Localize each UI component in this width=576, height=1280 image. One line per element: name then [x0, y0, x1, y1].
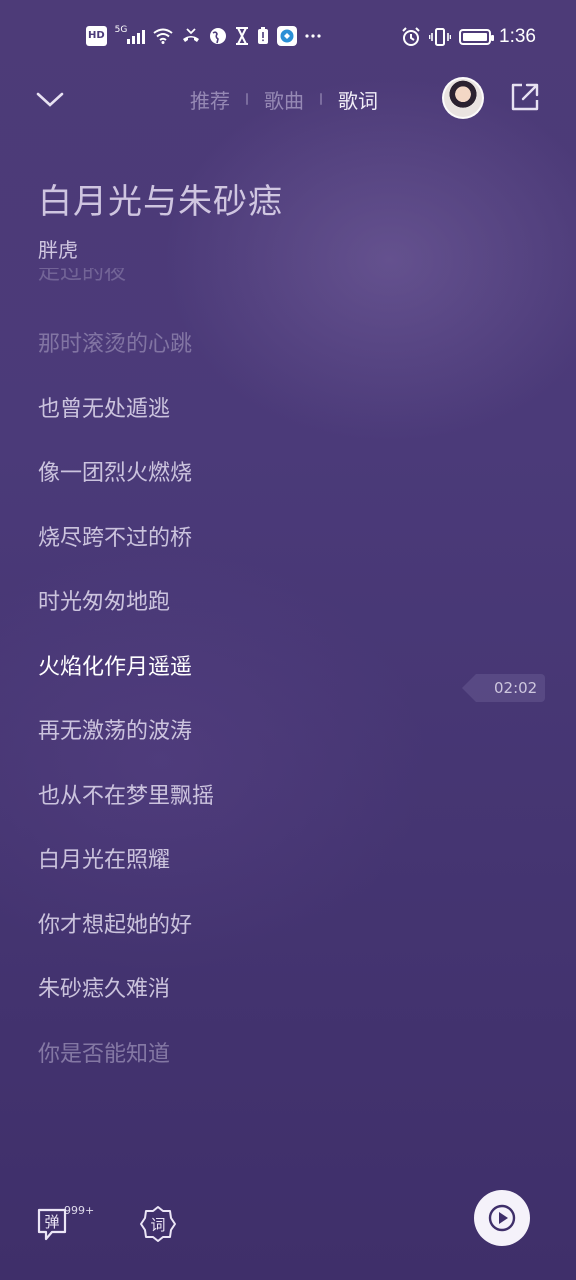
tab-divider — [246, 93, 248, 105]
lyric-line[interactable]: 你才想起她的好 — [38, 907, 192, 939]
lyric-line-partial: 走过的夜 — [38, 268, 127, 282]
battery-icon — [459, 27, 495, 47]
network-type-label: 5G — [114, 25, 128, 35]
battery-alert-icon — [257, 26, 269, 46]
lyric-line[interactable]: 你是否能知道 — [38, 1036, 170, 1068]
cellular-signal-icon: 5G — [114, 25, 146, 46]
app-notification-icon — [277, 26, 298, 46]
lyrics-panel[interactable]: 走过的夜 那时滚烫的心跳 也曾无处遁逃 像一团烈火燃烧 烧尽跨不过的桥 时光匆匆… — [38, 262, 458, 1082]
lyric-line[interactable]: 白月光在照耀 — [38, 842, 170, 874]
collapse-player-button[interactable] — [32, 82, 68, 118]
missed-call-icon — [181, 26, 201, 46]
lyric-line[interactable]: 也曾无处遁逃 — [38, 391, 170, 423]
player-tabs: 推荐 歌曲 歌词 — [190, 84, 378, 114]
status-bar-left: HD 5G — [86, 25, 321, 46]
lyric-line[interactable]: 烧尽跨不过的桥 — [38, 520, 192, 552]
player-header: 推荐 歌曲 歌词 — [0, 72, 576, 128]
artist-avatar[interactable] — [442, 77, 484, 119]
seek-time-indicator[interactable]: 02:02 — [461, 674, 546, 702]
globe-icon — [209, 26, 227, 46]
alarm-icon — [401, 27, 421, 47]
lyric-style-button[interactable]: 词 — [138, 1204, 178, 1244]
tab-lyrics[interactable]: 歌词 — [338, 85, 378, 114]
tab-song[interactable]: 歌曲 — [264, 85, 304, 114]
lyric-line[interactable]: 像一团烈火燃烧 — [38, 455, 192, 487]
lyric-line[interactable]: 那时滚烫的心跳 — [38, 326, 192, 358]
lyric-line[interactable]: 时光匆匆地跑 — [38, 584, 170, 616]
share-icon — [511, 83, 539, 111]
vibrate-icon — [429, 27, 452, 47]
artist-name[interactable]: 胖虎 — [38, 234, 78, 263]
danmaku-label: 弹 — [44, 1213, 59, 1231]
lyric-line-current[interactable]: 火焰化作月遥遥 — [38, 649, 192, 681]
lyric-line[interactable]: 也从不在梦里飘摇 — [38, 778, 214, 810]
lyric-line[interactable]: 朱砂痣久难消 — [38, 971, 170, 1003]
play-icon — [488, 1204, 516, 1232]
share-button[interactable] — [508, 80, 542, 114]
tab-recommend[interactable]: 推荐 — [190, 85, 230, 114]
song-title: 白月光与朱砂痣 — [38, 182, 283, 222]
hourglass-icon — [235, 26, 249, 46]
status-clock: 1:36 — [499, 26, 536, 47]
more-notifications-icon — [305, 26, 321, 46]
tab-divider — [320, 93, 322, 105]
chevron-down-icon — [36, 92, 64, 107]
status-bar: HD 5G 1:36 — [0, 0, 576, 72]
status-bar-right: 1:36 — [401, 26, 536, 48]
wifi-icon — [153, 26, 173, 46]
danmaku-count-badge: 999+ — [64, 1204, 95, 1217]
lyric-style-icon: 词 — [140, 1206, 176, 1242]
play-button[interactable] — [474, 1190, 530, 1246]
hd-badge: HD — [86, 26, 107, 46]
lyric-style-label: 词 — [150, 1216, 165, 1234]
lyric-line[interactable]: 再无激荡的波涛 — [38, 713, 192, 745]
